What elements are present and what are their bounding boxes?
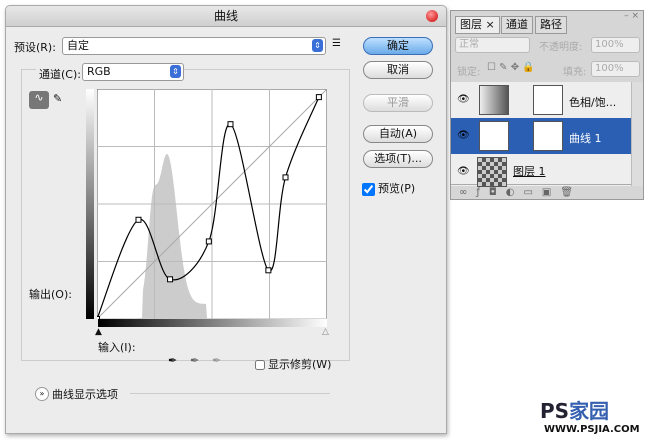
tab-paths[interactable]: 路径: [535, 16, 567, 34]
channel-value: RGB: [87, 65, 111, 78]
black-point-slider[interactable]: ▲: [95, 327, 102, 337]
expand-icon[interactable]: »: [35, 387, 49, 401]
curve-point: [315, 94, 322, 101]
tab-channels[interactable]: 通道: [501, 16, 533, 34]
channel-select[interactable]: RGB ⇕: [82, 63, 184, 81]
preset-label: 预设(R):: [14, 41, 56, 54]
curve-tool-icon[interactable]: ∿: [29, 91, 49, 109]
layer-name: 色相/饱...: [569, 96, 617, 109]
black-eyedropper-icon[interactable]: ✒: [168, 354, 177, 367]
input-gradient: [98, 319, 327, 327]
curve-point: [135, 216, 142, 223]
blend-mode-select[interactable]: 正常: [455, 37, 530, 53]
show-clipping-label: 显示修剪(W): [268, 358, 332, 371]
select-arrow-icon: ⇕: [170, 65, 181, 78]
curve-point: [227, 121, 234, 128]
layer-row-selected[interactable]: 👁 曲线 1: [451, 118, 631, 155]
input-label: 输入(I):: [98, 341, 136, 354]
show-clipping-checkbox[interactable]: 显示修剪(W): [255, 356, 331, 372]
panel-close-icon[interactable]: – ×: [624, 11, 639, 21]
preview-label: 预览(P): [378, 182, 416, 195]
lock-label: 锁定:: [457, 67, 481, 78]
select-arrow-icon: ⇕: [312, 39, 323, 52]
mask-thumbnail: [533, 121, 563, 151]
preset-select[interactable]: 自定 ⇕: [62, 37, 326, 55]
curve-point: [282, 174, 289, 181]
mask-thumbnail: [533, 85, 563, 115]
adjustment-thumbnail: [479, 85, 509, 115]
curves-dialog: 曲线 预设(R): 自定 ⇕ ☰ 确定 取消 平滑 自动(A) 选项(T)... …: [5, 5, 447, 434]
curve-point: [265, 267, 272, 274]
layer-row[interactable]: 👁 色相/饱...: [451, 82, 631, 119]
layers-panel: – × 图层 × 通道 路径 正常 不透明度: 100% 锁定: ☐ ✎ ✥ 🔒…: [450, 10, 644, 200]
smooth-button[interactable]: 平滑: [363, 94, 433, 112]
layer-name: 曲线 1: [569, 132, 602, 145]
eye-icon[interactable]: 👁: [457, 130, 470, 141]
eye-icon[interactable]: 👁: [457, 166, 470, 177]
output-label: 输出(O):: [29, 288, 72, 301]
options-button[interactable]: 选项(T)...: [363, 150, 433, 168]
lock-icons[interactable]: ☐ ✎ ✥ 🔒: [487, 62, 535, 73]
tab-layers[interactable]: 图层 ×: [455, 16, 500, 34]
watermark-logo: PS家园: [540, 399, 610, 423]
curve-graph[interactable]: [97, 89, 327, 319]
output-gradient: [86, 89, 94, 319]
scrollbar[interactable]: [631, 82, 643, 186]
layer-row[interactable]: 👁 图层 1: [451, 154, 631, 187]
ok-button[interactable]: 确定: [363, 37, 433, 55]
curve-point: [205, 238, 212, 245]
auto-button[interactable]: 自动(A): [363, 125, 433, 143]
cancel-button[interactable]: 取消: [363, 61, 433, 79]
channel-label: 通道(C):: [36, 66, 84, 82]
eye-icon[interactable]: 👁: [457, 94, 470, 105]
fill-field[interactable]: 100%: [591, 61, 640, 77]
watermark-url: WWW.PSJIA.COM: [544, 424, 640, 435]
preset-value: 自定: [67, 39, 89, 52]
opacity-label: 不透明度:: [539, 42, 583, 53]
preset-menu-icon[interactable]: ☰: [332, 38, 341, 49]
preview-checkbox[interactable]: 预览(P): [362, 180, 415, 196]
layer-thumbnail: [477, 157, 507, 187]
layers-list: 👁 色相/饱... 👁 曲线 1 👁 图层 1: [451, 82, 643, 187]
close-button[interactable]: [426, 10, 438, 22]
display-options-label[interactable]: 曲线显示选项: [52, 386, 118, 402]
opacity-field[interactable]: 100%: [591, 37, 640, 53]
curve-point: [167, 276, 174, 283]
panel-footer-icons[interactable]: ∞ƒ◘◐▭▣🗑: [459, 187, 582, 198]
white-point-slider[interactable]: △: [322, 327, 329, 337]
dialog-title: 曲线: [6, 6, 446, 27]
layer-name: 图层 1: [513, 165, 546, 178]
white-eyedropper-icon[interactable]: ✒: [212, 354, 221, 367]
divider: [130, 393, 330, 394]
fill-label: 填充:: [563, 67, 587, 78]
pencil-tool-icon[interactable]: ✎: [53, 92, 62, 105]
gray-eyedropper-icon[interactable]: ✒: [190, 354, 199, 367]
curves-thumbnail: [479, 121, 509, 151]
